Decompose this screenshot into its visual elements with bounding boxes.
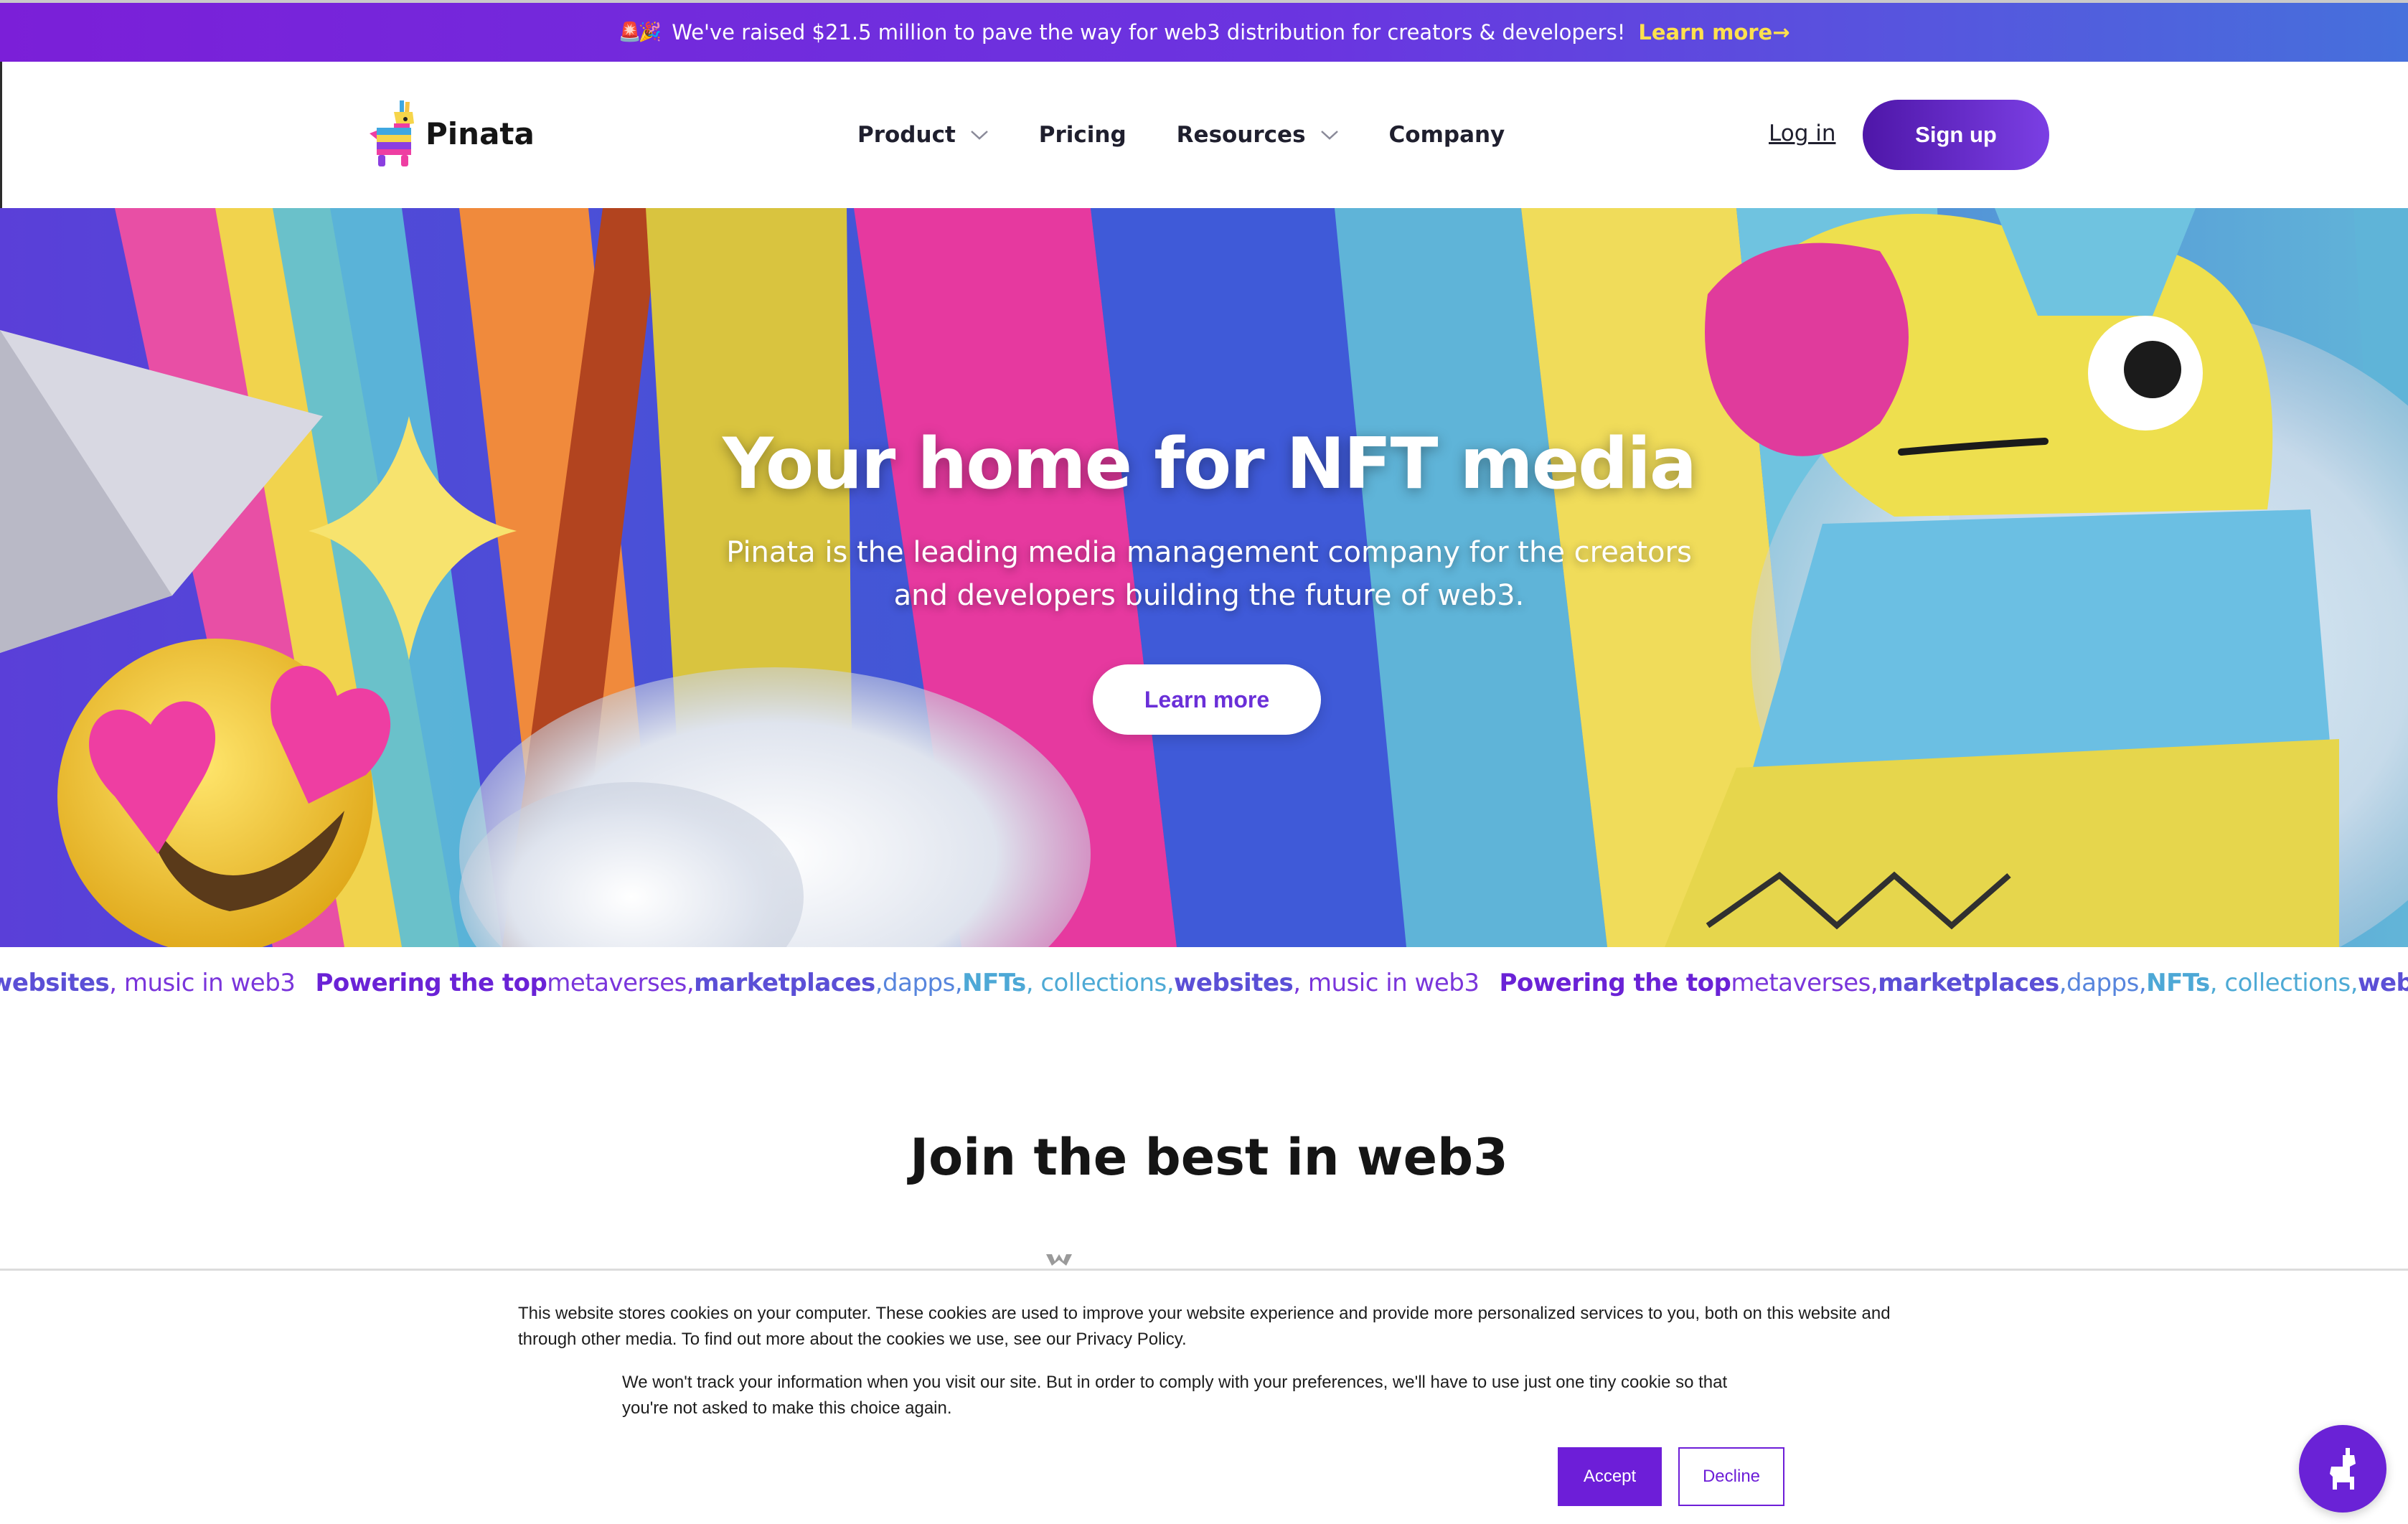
chevron-down-icon	[1320, 131, 1338, 140]
cookie-banner: This website stores cookies on your comp…	[0, 1269, 2408, 1524]
signup-button[interactable]: Sign up	[1863, 100, 2049, 170]
nav-product[interactable]: Product	[857, 122, 989, 148]
ticker-segment: websites	[1174, 969, 1294, 997]
marquee-ticker: websites , music in web3 Powering the to…	[0, 947, 2408, 1019]
brand-logo[interactable]: Pinata	[368, 99, 535, 168]
ticker-segment: NFTs	[2146, 969, 2210, 997]
cookie-decline-button[interactable]: Decline	[1678, 1447, 1784, 1506]
partner-logo-icon	[1046, 1254, 1072, 1266]
ticker-segment: , collections,	[2209, 969, 2358, 997]
nav-resources-label: Resources	[1176, 122, 1306, 148]
nav-company-label: Company	[1388, 122, 1505, 148]
announcement-bar: 🚨🎉 We've raised $21.5 million to pave th…	[0, 0, 2408, 62]
llama-icon	[2330, 1448, 2356, 1490]
ticker-segment: Powering the top	[1499, 969, 1731, 997]
chat-launcher-button[interactable]	[2299, 1425, 2386, 1513]
ticker-lead-fragment: websites	[0, 969, 110, 997]
ticker-segment: , collections,	[1025, 969, 1175, 997]
main-nav: Product Pricing Resources Company	[857, 62, 1505, 208]
ticker-segment: Powering the top	[315, 969, 547, 997]
marquee-row: websites , music in web3 Powering the to…	[0, 969, 2408, 997]
cookie-accept-button[interactable]: Accept	[1558, 1447, 1662, 1506]
nav-product-label: Product	[857, 122, 956, 148]
ticker-segment: ,	[2059, 969, 2067, 997]
nav-company[interactable]: Company	[1389, 122, 1505, 148]
ticker-segment: marketplaces	[1878, 969, 2059, 997]
nav-pricing[interactable]: Pricing	[1039, 122, 1127, 148]
ticker-segment: metaverses,	[547, 969, 695, 997]
ticker-spacer	[295, 969, 315, 997]
join-section-title: Join the best in web3	[910, 1128, 1508, 1187]
pinata-logo-icon	[370, 100, 414, 166]
ticker-segment: marketplaces	[694, 969, 875, 997]
ticker-segment: metaverses,	[1731, 969, 1878, 997]
hero-subtitle: Pinata is the leading media management c…	[726, 536, 1692, 612]
ticker-segment: dapps,	[883, 969, 963, 997]
ticker-segment: websites	[2358, 969, 2408, 997]
cookie-notice-text: This website stores cookies on your comp…	[518, 1304, 1891, 1349]
ticker-segment: NFTs	[962, 969, 1026, 997]
brand-name: Pinata	[425, 116, 535, 151]
site-header: Pinata Product Pricing Resources Company…	[0, 62, 2408, 208]
ticker-segment: , music in web3	[1293, 969, 1480, 997]
ticker-segment: dapps,	[2066, 969, 2147, 997]
nav-resources[interactable]: Resources	[1177, 122, 1339, 148]
announcement-emoji: 🚨🎉	[618, 22, 662, 43]
announcement-text: We've raised $21.5 million to pave the w…	[672, 20, 1626, 44]
ticker-lead-tail: , music in web3	[109, 969, 296, 997]
ticker-spacer	[1479, 969, 1499, 997]
hero-section: Your home for NFT media Pinata is the le…	[0, 208, 2408, 947]
nav-pricing-label: Pricing	[1038, 122, 1127, 148]
cookie-tracking-text: We won't track your information when you…	[622, 1373, 1728, 1418]
hero-title: Your home for NFT media	[722, 423, 1697, 505]
hero-learn-more-button[interactable]: Learn more	[1093, 664, 1321, 735]
login-link[interactable]: Log in	[1769, 121, 1835, 146]
ticker-segment: ,	[875, 969, 883, 997]
chevron-down-icon	[970, 131, 988, 140]
announcement-learn-more-link[interactable]: Learn more→	[1638, 20, 1789, 44]
